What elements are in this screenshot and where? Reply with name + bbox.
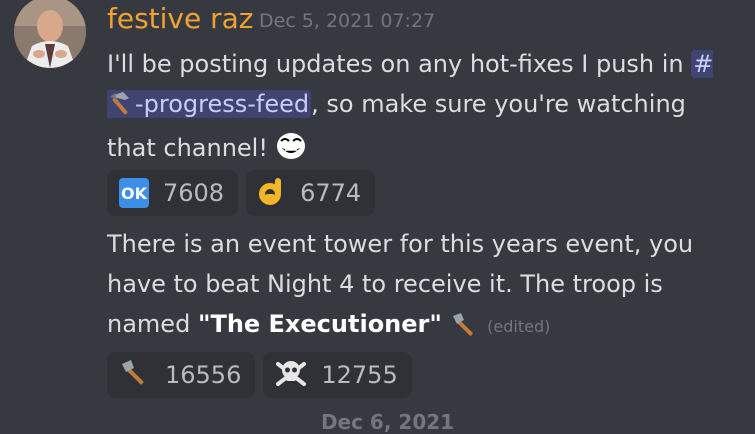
hammer-pick-icon <box>107 88 135 128</box>
reactions-row-2: 16556 12755 <box>107 352 412 398</box>
axe-icon <box>119 359 151 391</box>
ok-button-icon: OK <box>119 178 149 208</box>
channel-mention-name: -progress-feed <box>135 90 310 118</box>
reaction-count: 16556 <box>165 361 242 389</box>
reaction-count: 7608 <box>163 179 225 207</box>
reaction-count: 12755 <box>321 361 398 389</box>
trollface-emoji-icon <box>276 132 306 172</box>
axe-icon <box>450 308 480 348</box>
reaction-count: 6774 <box>300 179 362 207</box>
message-timestamp[interactable]: Dec 5, 2021 07:27 <box>259 10 435 32</box>
message-text-1: I'll be posting updates on any hot-fixes… <box>107 44 737 172</box>
author-name[interactable]: festive raz <box>107 2 254 35</box>
author-avatar[interactable] <box>14 0 86 68</box>
reaction-ok-hand[interactable]: 6774 <box>246 170 376 216</box>
troop-name: "The Executioner" <box>197 310 442 338</box>
date-divider: Dec 6, 2021 <box>320 410 455 434</box>
reaction-axe[interactable]: 16556 <box>107 352 256 398</box>
reaction-ok[interactable]: OK 7608 <box>107 170 239 216</box>
reactions-row-1: OK 7608 6774 <box>107 170 376 216</box>
avatar-image <box>14 0 86 68</box>
channel-mention-hash: # <box>693 50 714 78</box>
ok-hand-icon <box>258 176 286 210</box>
message-text-segment: I'll be posting updates on any hot-fixes… <box>107 50 692 78</box>
skull-crossbones-icon <box>275 358 307 392</box>
message-text-2: There is an event tower for this years e… <box>107 224 737 348</box>
edited-label: (edited) <box>487 317 551 336</box>
reaction-skull-crossbones[interactable]: 12755 <box>263 352 412 398</box>
